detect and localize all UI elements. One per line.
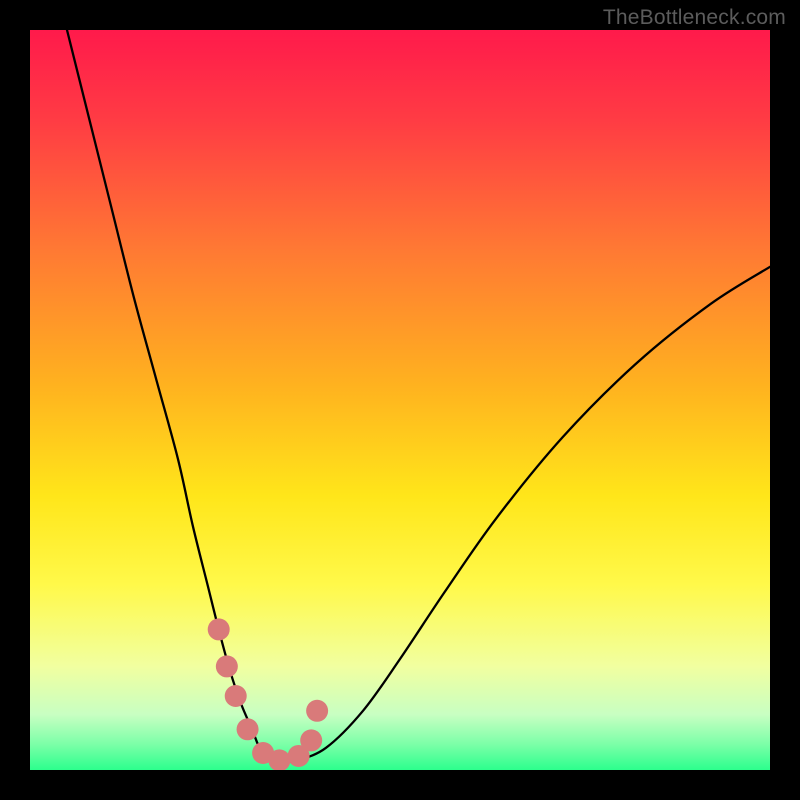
highlight-dot [300,729,322,751]
highlight-dots [208,618,328,770]
bottleneck-curve [67,30,770,763]
curve-layer [30,30,770,770]
highlight-dot [216,655,238,677]
chart-frame: TheBottleneck.com [0,0,800,800]
highlight-dot [306,700,328,722]
watermark-text: TheBottleneck.com [603,6,786,30]
plot-area [30,30,770,770]
highlight-dot [225,685,247,707]
highlight-dot [208,618,230,640]
highlight-dot [237,718,259,740]
